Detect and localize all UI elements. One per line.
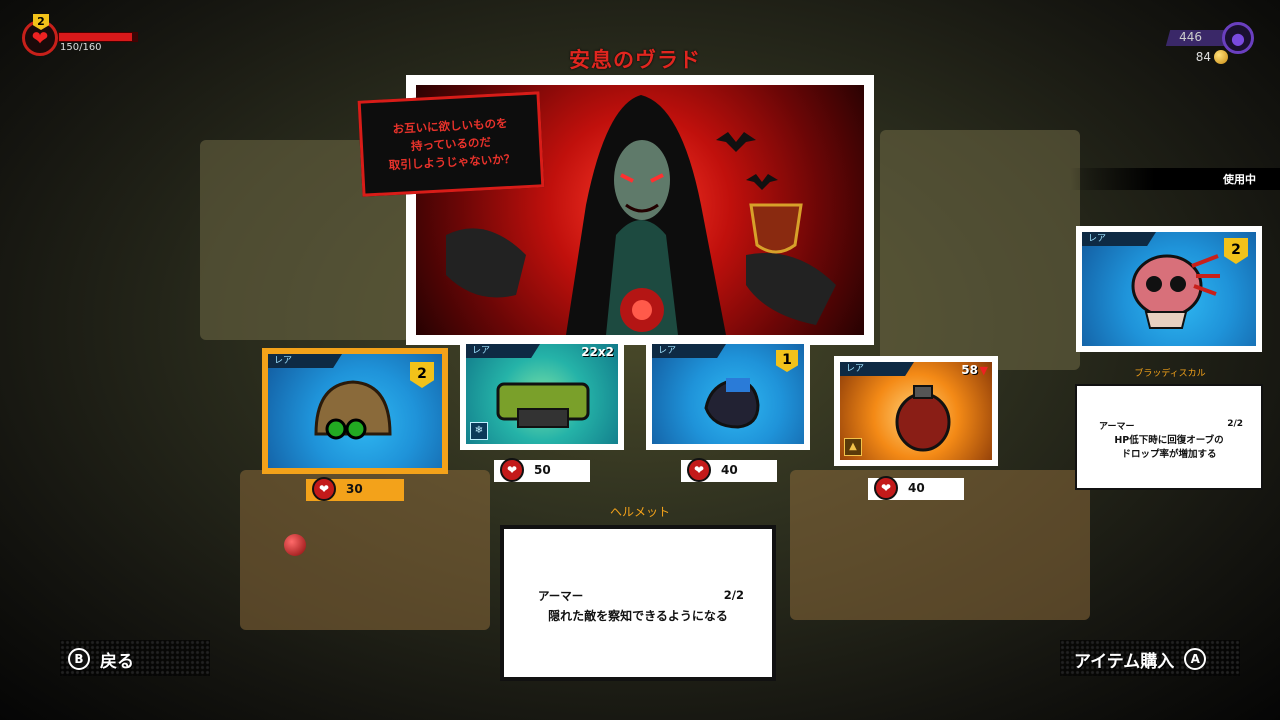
rarity-label: レア [1082,232,1156,246]
heart-currency-icon: ❤ [687,458,711,482]
equipped-effect-line: HP低下時に回復オーブの [1114,435,1224,446]
dungeon-floor-right [880,130,1080,370]
equipped-header-label: 使用中 [1223,173,1256,186]
price-tag-glove: ❤ 40 [681,458,777,482]
bloody-skull-icon [1131,254,1220,329]
a-button-icon: A [1184,648,1207,670]
price-tag-grenade: ❤ 40 [868,476,964,500]
item-level-badge: 2 [410,362,434,388]
item-art: レア 58 ▼ ▲ [840,362,992,460]
shop-item-minigun[interactable]: レア 22x2 ❄ [460,338,624,450]
rarity-label: レア [652,344,726,358]
item-art: レア 1 [652,344,804,444]
equipped-description-panel: アーマー 2/2 HP低下時に回復オーブの ドロップ率が増加する [1075,384,1263,490]
shop-item-grenade[interactable]: レア 58 ▼ ▲ [834,356,998,466]
merchant-name: 安息のヴラド [569,48,701,72]
ammo-quantity: 58 [961,363,978,377]
shop-item-helmet[interactable]: レア 2 [262,348,448,474]
price-value: 40 [721,463,738,477]
item-type-row: アーマー 2/2 [538,588,744,604]
ammo-quantity: 22x2 [581,345,614,359]
equipped-type: アーマー [1099,422,1135,432]
item-effect-text: 隠れた敵を察知できるようになる [548,609,728,623]
red-orb [284,534,306,556]
price-value: 40 [908,481,925,495]
gold-count: 84 [1195,50,1211,64]
back-label: 戻る [100,651,134,672]
bat-icon [746,174,778,190]
item-art: レア 2 [1082,232,1256,346]
price-value: 30 [346,482,363,496]
equipped-effect-line: ドロップ率が増加する [1121,449,1217,460]
equipped-type-row: アーマー 2/2 [1099,419,1243,432]
item-description-title: ヘルメット [609,505,670,519]
snowflake-icon: ❄ [470,422,488,440]
item-description-panel: アーマー 2/2 隠れた敵を察知できるようになる [500,525,776,681]
minigun-icon [496,382,590,428]
item-count: 2/2 [723,588,744,602]
health-text: 150/160 [60,42,102,53]
soul-count: 446 [1179,30,1202,44]
helmet-icon [314,380,392,440]
item-art: レア 22x2 ❄ [466,344,618,444]
item-art: レア 2 [268,354,442,468]
down-arrow-icon: ▼ [979,364,988,377]
buy-item-button[interactable]: アイテム購入 A [1074,642,1207,676]
grenade-icon [895,385,951,452]
soul-flame-icon: ● [1222,22,1254,54]
item-level-badge: 1 [776,350,798,372]
bat-icon [716,132,756,152]
back-button[interactable]: B 戻る [68,642,134,676]
heart-currency-icon: ❤ [500,458,524,482]
item-level-badge: 2 [1224,238,1248,264]
glove-icon [704,378,760,429]
rarity-label: レア [466,344,540,358]
equipped-count: 2/2 [1227,419,1243,429]
rarity-label: レア [268,354,342,368]
price-tag-minigun: ❤ 50 [494,458,590,482]
price-value: 50 [534,463,551,477]
price-tag-helmet: ❤ 30 [306,477,404,501]
shop-item-glove[interactable]: レア 1 [646,338,810,450]
b-button-icon: B [68,648,90,670]
gold-coin-icon [1214,50,1228,64]
equipped-item-card: レア 2 [1076,226,1262,352]
health-bar [58,32,138,42]
rarity-label: レア [840,362,914,376]
equipped-header: 使用中 [1070,168,1280,190]
heart-currency-icon: ❤ [312,477,336,501]
flask-icon: ▲ [844,438,862,456]
speech-line: 取引しようじゃないか？ [388,151,516,173]
buy-label: アイテム購入 [1074,651,1175,672]
heart-currency-icon: ❤ [874,476,898,500]
equipped-item-name: ブラッディスカル [1134,369,1206,379]
merchant-speech-bubble: お互いに欲しいものを 持っているのだ 取引しようじゃないか？ [357,91,545,197]
item-type: アーマー [538,589,584,603]
